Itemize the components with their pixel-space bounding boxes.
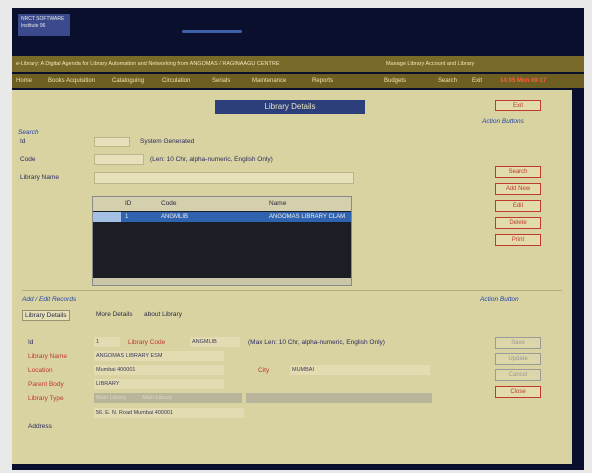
print-button[interactable]: Print bbox=[495, 234, 541, 246]
search-code-note: (Len: 10 Chr, alpha-numeric, English Onl… bbox=[150, 156, 273, 163]
close-button[interactable]: Close bbox=[495, 386, 541, 398]
edit-city-label: City bbox=[258, 367, 270, 374]
edit-name-label: Library Name bbox=[28, 353, 68, 360]
row-selector[interactable] bbox=[93, 212, 121, 222]
edit-code-label: Library Code bbox=[128, 339, 166, 346]
search-name-label: Library Name bbox=[20, 174, 60, 181]
update-button[interactable]: Update bbox=[495, 353, 541, 365]
grid-cell-code: ANGMLIB bbox=[161, 214, 189, 220]
edit-type-select[interactable]: Main Library Main Library bbox=[94, 393, 242, 403]
tab-about-library[interactable]: about Library bbox=[144, 311, 182, 318]
grid-col-code[interactable]: Code bbox=[161, 197, 177, 211]
results-grid: ID Code Name 1 ANGMLIB ANGOMAS LIBRARY C… bbox=[92, 196, 352, 286]
edit-code-field[interactable]: ANGMLIB bbox=[190, 337, 240, 347]
content-area: Library Details Search Id System Generat… bbox=[12, 90, 572, 464]
edit-id-field[interactable]: 1 bbox=[94, 337, 120, 347]
app-logo: NRCT SOFTWARE Institute 96 bbox=[18, 14, 70, 36]
tab-library-details[interactable]: Library Details bbox=[22, 310, 70, 321]
edit-section-label: Add / Edit Records bbox=[22, 296, 77, 303]
search-id-note: System Generated bbox=[140, 138, 195, 145]
edit-id-label: Id bbox=[28, 339, 34, 346]
grid-header: ID Code Name bbox=[93, 197, 351, 211]
add-new-button[interactable]: Add New bbox=[495, 183, 541, 195]
search-id-input[interactable] bbox=[94, 137, 130, 147]
menu-maintenance[interactable]: Maintenance bbox=[252, 74, 286, 88]
menu-cataloguing[interactable]: Cataloguing bbox=[112, 74, 144, 88]
menu-search[interactable]: Search bbox=[438, 74, 457, 88]
save-button[interactable]: Save bbox=[495, 337, 541, 349]
edit-address-field[interactable]: 56. E. N. Road Mumbai 400001 bbox=[94, 408, 244, 418]
edit-type-extra-field[interactable] bbox=[246, 393, 432, 403]
menu-home[interactable]: Home bbox=[16, 74, 32, 88]
window-subtitle: Manage Library Account and Library bbox=[386, 61, 475, 67]
menu-exit[interactable]: Exit bbox=[472, 74, 482, 88]
menu-books-acquisition[interactable]: Books Acquisition bbox=[48, 74, 95, 88]
edit-button[interactable]: Edit bbox=[495, 200, 541, 212]
search-name-input[interactable] bbox=[94, 172, 354, 184]
grid-horizontal-scrollbar[interactable] bbox=[93, 278, 351, 285]
delete-button[interactable]: Delete bbox=[495, 217, 541, 229]
edit-type-extra: Main Library bbox=[142, 395, 173, 401]
edit-action-heading: Action Button bbox=[480, 296, 519, 303]
edit-type-label: Library Type bbox=[28, 395, 64, 402]
grid-col-name[interactable]: Name bbox=[269, 197, 286, 211]
edit-location-field[interactable]: Mumbai 400001 bbox=[94, 365, 224, 375]
edit-city-field[interactable]: MUMBAI bbox=[290, 365, 430, 375]
menu-budgets[interactable]: Budgets bbox=[384, 74, 406, 88]
edit-location-label: Location bbox=[28, 367, 53, 374]
cancel-button[interactable]: Cancel bbox=[495, 369, 541, 381]
grid-cell-id: 1 bbox=[125, 214, 129, 220]
app-logo-text: NRCT SOFTWARE Institute 96 bbox=[21, 16, 65, 29]
window-title: e-Library: A Digital Agenda for Library … bbox=[16, 61, 280, 67]
menu-circulation[interactable]: Circulation bbox=[162, 74, 190, 88]
grid-row[interactable]: 1 ANGMLIB ANGOMAS LIBRARY CLAM bbox=[93, 212, 351, 222]
search-section-label: Search bbox=[18, 129, 39, 136]
action-buttons-heading: Action Buttons bbox=[482, 118, 524, 125]
search-code-input[interactable] bbox=[94, 154, 144, 165]
exit-button[interactable]: Exit bbox=[495, 100, 541, 111]
menu-bar: Home Books Acquisition Cataloguing Circu… bbox=[12, 74, 584, 88]
clock-display: 14:05 Mon 09-17 bbox=[500, 78, 547, 84]
title-bar: e-Library: A Digital Agenda for Library … bbox=[12, 56, 584, 72]
screen: NRCT SOFTWARE Institute 96 e-Library: A … bbox=[12, 8, 584, 470]
top-glow bbox=[182, 30, 242, 33]
edit-parent-field[interactable]: LIBRARY bbox=[94, 379, 224, 389]
search-button[interactable]: Search bbox=[495, 166, 541, 178]
edit-parent-label: Parent Body bbox=[28, 381, 64, 388]
tab-more-details[interactable]: More Details bbox=[96, 311, 132, 318]
search-code-label: Code bbox=[20, 156, 36, 163]
menu-reports[interactable]: Reports bbox=[312, 74, 333, 88]
edit-name-field[interactable]: ANGOMAS LIBRARY ESM bbox=[94, 351, 224, 361]
grid-cell-name: ANGOMAS LIBRARY CLAM bbox=[269, 214, 346, 220]
edit-code-note: (Max Len: 10 Chr, alpha-numeric, English… bbox=[248, 339, 385, 346]
edit-address-label: Address bbox=[28, 423, 52, 430]
monitor-frame: NRCT SOFTWARE Institute 96 e-Library: A … bbox=[0, 0, 592, 473]
menu-serials[interactable]: Serials bbox=[212, 74, 230, 88]
edit-type-value: Main Library bbox=[96, 395, 127, 401]
section-divider bbox=[22, 290, 562, 291]
search-id-label: Id bbox=[20, 138, 26, 145]
panel-title: Library Details bbox=[215, 100, 365, 114]
grid-col-id[interactable]: ID bbox=[125, 197, 132, 211]
